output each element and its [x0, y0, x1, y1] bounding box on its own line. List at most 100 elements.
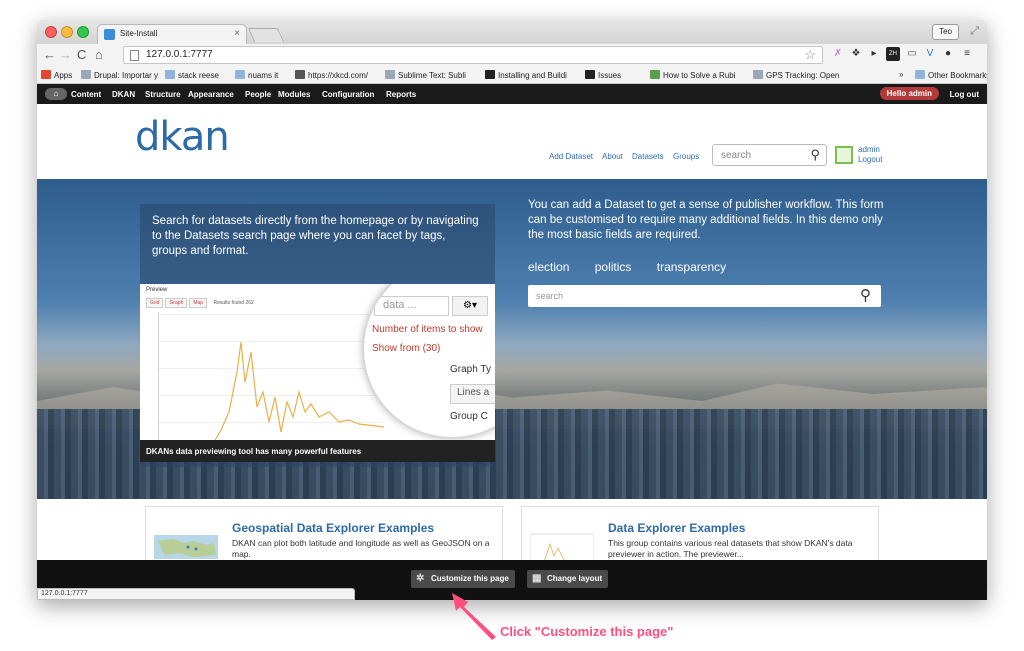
- bookmark-item[interactable]: »: [899, 70, 903, 79]
- search-icon[interactable]: ⚲: [860, 286, 871, 304]
- bookmark-item[interactable]: stack reese: [165, 70, 219, 80]
- forward-icon[interactable]: →: [59, 47, 72, 63]
- bookmark-icon: [41, 70, 51, 79]
- admin-menu-item[interactable]: Reports: [386, 90, 416, 99]
- extension-v-icon[interactable]: V: [923, 47, 937, 61]
- profile-button[interactable]: Teo: [932, 24, 959, 40]
- nav-datasets[interactable]: Datasets: [632, 152, 664, 161]
- bookmark-item[interactable]: Issues: [585, 70, 621, 80]
- extension-icon[interactable]: ▸: [867, 47, 881, 61]
- reload-icon[interactable]: C: [77, 47, 86, 63]
- preview-view-buttons: Grid Graph Map Results found 262: [146, 298, 259, 308]
- zoom-window-button[interactable]: [77, 26, 89, 38]
- extension-zh-icon[interactable]: ZH: [886, 47, 900, 61]
- admin-menu-item[interactable]: Modules: [278, 90, 310, 99]
- back-icon[interactable]: ←: [43, 47, 56, 63]
- close-window-button[interactable]: [45, 26, 57, 38]
- nav-add-dataset[interactable]: Add Dataset: [549, 152, 593, 161]
- admin-menu-item[interactable]: Configuration: [322, 90, 374, 99]
- bookmarks-bar: Apps Drupal: Importar y stack reese nuams i…: [37, 66, 987, 84]
- cast-icon[interactable]: ▭: [905, 47, 919, 61]
- mag-select: Lines a: [450, 384, 495, 404]
- tag-transparency[interactable]: transparency: [657, 260, 726, 274]
- bookmark-label: https://xkcd.com/: [308, 71, 369, 80]
- home-icon[interactable]: ⌂: [95, 47, 103, 63]
- user-name-link[interactable]: admin: [858, 145, 882, 155]
- bookmark-item[interactable]: Drupal: Importar y: [81, 70, 158, 80]
- user-logout-link[interactable]: Logout: [858, 155, 882, 165]
- card-title[interactable]: Geospatial Data Explorer Examples: [232, 521, 434, 535]
- bookmark-item[interactable]: nuams it: [235, 70, 278, 80]
- extension-icon[interactable]: ❖: [849, 47, 863, 61]
- preview-line-svg: [158, 341, 385, 449]
- hero-search-placeholder: search: [536, 291, 564, 301]
- preview-title: Preview: [146, 287, 168, 293]
- bookmark-item[interactable]: Apps: [41, 70, 72, 80]
- preview-results-count: Results found 262: [213, 300, 254, 306]
- header-search-placeholder: search: [721, 150, 752, 161]
- bookmark-icon: [295, 70, 305, 79]
- header-search-input[interactable]: search ⚲: [712, 144, 827, 166]
- bookmark-label: How to Solve a Rubi: [663, 71, 736, 80]
- bookmark-icon: [650, 70, 660, 79]
- nav-about[interactable]: About: [602, 152, 623, 161]
- chart-thumbnail: [530, 533, 594, 560]
- bookmark-label: Apps: [54, 71, 73, 80]
- tag-links: election politics transparency: [528, 260, 748, 274]
- bookmark-item[interactable]: How to Solve a Rubi: [650, 70, 735, 80]
- bookmark-star-icon[interactable]: ☆: [804, 47, 816, 63]
- group-card-geospatial[interactable]: Geospatial Data Explorer Examples DKAN c…: [145, 506, 503, 560]
- change-layout-button[interactable]: ▦ Change layout: [527, 570, 609, 588]
- tag-politics[interactable]: politics: [595, 260, 632, 274]
- customize-page-label: Customize this page: [431, 574, 509, 583]
- bookmark-item[interactable]: https://xkcd.com/: [295, 70, 368, 80]
- card-description: This group contains various real dataset…: [608, 538, 853, 559]
- group-card-data-explorer[interactable]: Data Explorer Examples This group contai…: [521, 506, 879, 560]
- bookmark-label: Other Bookmarks: [928, 71, 987, 80]
- menu-icon[interactable]: ≡: [960, 47, 974, 61]
- search-icon[interactable]: ⚲: [810, 147, 820, 163]
- card-title[interactable]: Data Explorer Examples: [608, 521, 745, 535]
- tab-site-install[interactable]: Site-Install ×: [97, 24, 247, 44]
- admin-menu-item[interactable]: People: [245, 90, 271, 99]
- browser-toolbar: ← → C ⌂ 127.0.0.1:7777 ☆ ✗ ❖ ▸ ZH ▭ V ● …: [37, 44, 987, 66]
- preview-map-tab: Map: [189, 298, 208, 308]
- tab-close-icon[interactable]: ×: [234, 28, 240, 39]
- user-avatar[interactable]: [835, 146, 853, 164]
- hello-admin-badge[interactable]: Hello admin: [879, 87, 939, 100]
- preview-line-graph: [158, 312, 385, 450]
- bookmark-item[interactable]: Other Bookmarks: [915, 70, 987, 80]
- address-text: 127.0.0.1:7777: [146, 49, 213, 60]
- admin-home-icon[interactable]: ⌂: [45, 88, 67, 100]
- layout-icon: ▦: [532, 573, 542, 584]
- tag-election[interactable]: election: [528, 260, 569, 274]
- nav-groups[interactable]: Groups: [673, 152, 699, 161]
- new-tab-button[interactable]: [247, 28, 285, 42]
- bookmark-icon: [585, 70, 595, 79]
- admin-menu-item[interactable]: Content: [71, 90, 101, 99]
- preview-line: [158, 341, 385, 449]
- extension-icon[interactable]: ✗: [831, 47, 845, 61]
- bookmark-item[interactable]: GPS Tracking: Open: [753, 70, 839, 80]
- address-bar[interactable]: 127.0.0.1:7777 ☆: [123, 46, 823, 64]
- bookmark-icon: [165, 70, 175, 79]
- extension-icon[interactable]: ●: [941, 47, 955, 61]
- publisher-promo-text: You can add a Dataset to get a sense of …: [528, 199, 884, 241]
- mag-gear-icon: ⚙▾: [452, 296, 488, 316]
- admin-menu-item[interactable]: DKAN: [112, 90, 135, 99]
- admin-menu-item[interactable]: Appearance: [188, 90, 234, 99]
- admin-menu-item[interactable]: Structure: [145, 90, 181, 99]
- preview-graph-tab: Graph: [165, 298, 188, 308]
- favicon-icon: [104, 29, 115, 40]
- bookmark-item[interactable]: Sublime Text: Subli: [385, 70, 466, 80]
- fullscreen-icon[interactable]: ⤢: [970, 25, 979, 38]
- search-promo-panel: Search for datasets directly from the ho…: [140, 204, 495, 467]
- card-description: DKAN can plot both latitude and longitud…: [232, 538, 490, 559]
- admin-logout-link[interactable]: Log out: [950, 90, 979, 99]
- panels-bottom-bar: ✲ Customize this page ▦ Change layout 12…: [37, 560, 987, 600]
- site-logo[interactable]: dkan: [135, 114, 230, 160]
- mag-graph-type-label: Graph Ty: [450, 364, 491, 375]
- hero-search-input[interactable]: search ⚲: [528, 285, 881, 307]
- minimize-window-button[interactable]: [61, 26, 73, 38]
- bookmark-item[interactable]: Installing and Buildi: [485, 70, 567, 80]
